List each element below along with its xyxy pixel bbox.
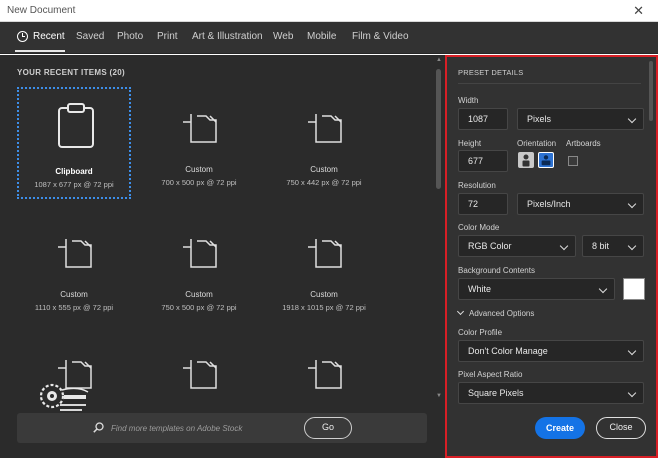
color-mode-select[interactable]: RGB Color — [458, 235, 576, 257]
item-size: 700 x 500 px @ 72 ppi — [161, 178, 237, 187]
item-size: 750 x 500 px @ 72 ppi — [161, 303, 237, 312]
preset-details-heading: PRESET DETAILS — [458, 68, 524, 77]
category-tabs: Recent Saved Photo Print Art & Illustrat… — [0, 22, 658, 54]
width-unit-select[interactable]: Pixels — [517, 108, 644, 130]
document-icon — [183, 360, 217, 389]
recent-items-heading: YOUR RECENT ITEMS (20) — [17, 68, 125, 77]
create-button[interactable]: Create — [535, 417, 585, 439]
chevron-down-icon — [627, 346, 637, 356]
item-size: 1087 x 677 px @ 72 ppi — [34, 180, 114, 189]
resolution-input[interactable]: 72 — [458, 193, 508, 215]
tab-photo[interactable]: Photo — [117, 31, 143, 42]
background-contents-select[interactable]: White — [458, 278, 615, 300]
item-name: Clipboard — [55, 167, 93, 176]
item-size: 1110 x 555 px @ 72 ppi — [34, 303, 114, 312]
item-name: Custom — [310, 165, 338, 174]
tab-mobile[interactable]: Mobile — [307, 31, 336, 42]
landscape-orientation-button[interactable] — [538, 152, 554, 168]
chevron-down-icon — [559, 241, 569, 251]
chevron-down-icon — [627, 199, 637, 209]
height-label: Height — [458, 139, 482, 148]
document-icon — [308, 114, 342, 143]
advanced-options-toggle[interactable]: Advanced Options — [456, 307, 535, 318]
bit-depth-select[interactable]: 8 bit — [582, 235, 644, 257]
chevron-down-icon — [627, 241, 637, 251]
recent-items-panel: YOUR RECENT ITEMS (20) Clipboard 1087 x … — [0, 55, 445, 458]
chevron-down-icon — [627, 114, 637, 124]
clipboard-icon — [58, 103, 94, 148]
resolution-label: Resolution — [458, 181, 496, 190]
width-label: Width — [458, 96, 479, 105]
document-icon — [58, 239, 92, 268]
tab-print[interactable]: Print — [157, 31, 178, 42]
item-name: Custom — [310, 290, 338, 299]
item-size: 750 x 442 px @ 72 ppi — [286, 178, 362, 187]
width-unit-value: Pixels — [527, 114, 552, 124]
advanced-options-label: Advanced Options — [469, 309, 535, 318]
color-profile-select[interactable]: Don't Color Manage — [458, 340, 644, 362]
clock-icon — [17, 31, 28, 42]
document-icon — [308, 360, 342, 389]
background-contents-label: Background Contents — [458, 266, 535, 275]
preset-details-panel: PRESET DETAILS Width 1087 Pixels Height … — [445, 55, 658, 458]
item-name: Custom — [185, 165, 213, 174]
pixel-aspect-ratio-label: Pixel Aspect Ratio — [458, 370, 523, 379]
portrait-icon — [522, 154, 530, 167]
adobe-stock-search-bar: Go — [17, 413, 427, 443]
tab-recent[interactable]: Recent — [15, 31, 65, 52]
pixel-aspect-ratio-value: Square Pixels — [468, 388, 524, 398]
chevron-down-icon — [598, 284, 608, 294]
scroll-up-icon[interactable]: ▲ — [436, 57, 442, 63]
width-input[interactable]: 1087 — [458, 108, 508, 130]
divider — [458, 83, 641, 84]
tab-film-video[interactable]: Film & Video — [352, 31, 409, 42]
color-mode-value: RGB Color — [468, 241, 512, 251]
search-input[interactable] — [111, 421, 301, 435]
scrollbar-thumb[interactable] — [436, 69, 441, 189]
tab-saved[interactable]: Saved — [76, 31, 104, 42]
recent-item-custom[interactable]: Custom 750 x 442 px @ 72 ppi — [267, 87, 381, 199]
scroll-down-icon[interactable]: ▼ — [436, 393, 442, 399]
artboards-label: Artboards — [566, 139, 601, 148]
background-contents-value: White — [468, 284, 492, 294]
window-close-icon[interactable]: ✕ — [633, 3, 644, 19]
recent-item-custom[interactable]: Custom 750 x 500 px @ 72 ppi — [142, 212, 256, 324]
resolution-unit-select[interactable]: Pixels/Inch — [517, 193, 644, 215]
tab-art-illustration[interactable]: Art & Illustration — [192, 31, 263, 42]
artboards-checkbox[interactable] — [568, 156, 578, 166]
recent-item-custom[interactable]: Custom 1918 x 1015 px @ 72 ppi — [267, 212, 381, 324]
item-size: 1918 x 1015 px @ 72 ppi — [282, 303, 366, 312]
recent-item-custom[interactable]: Custom 1110 x 555 px @ 72 ppi — [17, 212, 131, 324]
go-button[interactable]: Go — [304, 417, 352, 439]
background-color-swatch[interactable] — [623, 278, 645, 300]
pixel-aspect-ratio-select[interactable]: Square Pixels — [458, 382, 644, 404]
close-button[interactable]: Close — [596, 417, 646, 439]
title-bar: New Document ✕ — [0, 0, 658, 22]
recent-item-custom[interactable] — [267, 333, 381, 403]
window-title: New Document — [7, 5, 76, 16]
search-icon — [93, 422, 104, 433]
color-mode-label: Color Mode — [458, 223, 500, 232]
item-name: Custom — [185, 290, 213, 299]
orientation-label: Orientation — [517, 139, 557, 148]
bit-depth-value: 8 bit — [592, 241, 610, 251]
portrait-orientation-button[interactable] — [518, 152, 534, 168]
chevron-down-icon — [456, 307, 465, 316]
recent-item-clipboard[interactable]: Clipboard 1087 x 677 px @ 72 ppi — [17, 87, 131, 199]
color-profile-label: Color Profile — [458, 328, 503, 337]
item-name: Custom — [60, 290, 88, 299]
tab-web[interactable]: Web — [273, 31, 293, 42]
recent-item-custom[interactable]: Custom 700 x 500 px @ 72 ppi — [142, 87, 256, 199]
recent-item-custom[interactable] — [142, 333, 256, 403]
height-input[interactable]: 677 — [458, 150, 508, 172]
chevron-down-icon — [627, 388, 637, 398]
color-profile-value: Don't Color Manage — [468, 346, 548, 356]
document-icon — [308, 239, 342, 268]
document-icon — [183, 239, 217, 268]
document-icon — [183, 114, 217, 143]
landscape-icon — [541, 155, 551, 166]
preset-scrollbar[interactable] — [649, 61, 653, 121]
resolution-unit-value: Pixels/Inch — [527, 199, 571, 209]
